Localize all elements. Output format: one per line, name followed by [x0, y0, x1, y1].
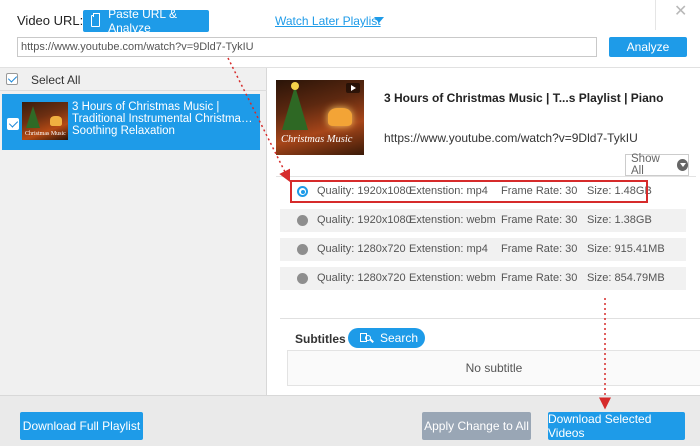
format-size: Size: 1.38GB: [587, 214, 652, 226]
select-all-row[interactable]: Select All: [0, 68, 267, 91]
paste-url-analyze-button[interactable]: Paste URL & Analyze: [83, 7, 209, 35]
download-full-playlist-button[interactable]: Download Full Playlist: [20, 412, 143, 440]
subtitles-label: Subtitles: [295, 332, 346, 346]
format-radio[interactable]: [297, 244, 308, 255]
analyze-button[interactable]: Analyze: [609, 37, 687, 57]
select-all-label: Select All: [31, 73, 81, 87]
format-quality: Quality: 1920x1080: [317, 214, 412, 226]
divider: [280, 318, 700, 319]
thumbnail-text: Christmas Music: [281, 134, 353, 145]
top-bar: Video URL: Paste URL & Analyze Watch Lat…: [0, 0, 700, 68]
format-quality: Quality: 1280x720: [317, 272, 406, 284]
video-thumbnail-large: Christmas Music: [276, 80, 364, 155]
format-extension: Extenstion: webm: [409, 272, 496, 284]
video-list-panel: Select All Christmas Music 3 Hours of Ch…: [0, 68, 267, 395]
video-detail-title: 3 Hours of Christmas Music | T...s Playl…: [384, 91, 664, 105]
divider: [655, 0, 656, 30]
apply-change-to-all-button[interactable]: Apply Change to All: [422, 412, 531, 440]
url-input[interactable]: [17, 37, 597, 57]
star-icon: [291, 82, 299, 90]
video-detail-panel: Christmas Music 3 Hours of Christmas Mus…: [268, 68, 700, 395]
list-item[interactable]: Christmas Music 3 Hours of Christmas Mus…: [2, 94, 260, 150]
format-quality: Quality: 1280x720: [317, 243, 406, 255]
thumbnail-text: Christmas Music: [25, 131, 66, 137]
christmas-tree-icon: [26, 106, 40, 128]
clipboard-icon: [91, 13, 101, 27]
chevron-down-icon[interactable]: [374, 17, 384, 23]
no-subtitle-message: No subtitle: [287, 350, 700, 386]
close-icon[interactable]: ✕: [674, 1, 687, 21]
format-row[interactable]: Quality: 1280x720 Extenstion: mp4 Frame …: [280, 238, 686, 261]
format-radio[interactable]: [297, 273, 308, 284]
format-size: Size: 854.79MB: [587, 272, 665, 284]
watch-later-playlist-link[interactable]: Watch Later Playlist: [275, 14, 381, 28]
no-subtitle-text: No subtitle: [465, 361, 523, 375]
format-size: Size: 915.41MB: [587, 243, 665, 255]
format-frame-rate: Frame Rate: 30: [501, 272, 578, 284]
paste-url-analyze-label: Paste URL & Analyze: [108, 7, 177, 35]
subtitle-search-icon: [360, 332, 374, 344]
selected-format-highlight: [290, 180, 648, 203]
subtitle-search-button[interactable]: Search: [348, 328, 425, 348]
format-extension: Extenstion: mp4: [409, 243, 488, 255]
format-row[interactable]: Quality: 1280x720 Extenstion: webm Frame…: [280, 267, 686, 290]
divider: [276, 176, 696, 177]
select-all-checkbox[interactable]: [6, 73, 18, 85]
christmas-tree-icon: [282, 86, 308, 130]
format-frame-rate: Frame Rate: 30: [501, 243, 578, 255]
video-detail-url: https://www.youtube.com/watch?v=9Dld7-Ty…: [384, 131, 638, 145]
download-selected-videos-button[interactable]: Download Selected Videos: [548, 412, 685, 440]
format-radio[interactable]: [297, 215, 308, 226]
play-icon: [346, 83, 360, 93]
video-thumbnail: Christmas Music: [22, 102, 68, 140]
fireplace-icon: [328, 108, 352, 126]
video-title: 3 Hours of Christmas Music | Traditional…: [72, 101, 253, 137]
video-checkbox[interactable]: [7, 118, 19, 130]
show-all-label: Show All: [631, 153, 660, 177]
bottom-bar: Download Full Playlist Apply Change to A…: [0, 395, 700, 446]
format-extension: Extenstion: webm: [409, 214, 496, 226]
video-url-label: Video URL:: [17, 13, 84, 28]
show-all-button[interactable]: Show All: [625, 153, 689, 177]
fireplace-icon: [50, 116, 62, 126]
format-row[interactable]: Quality: 1920x1080 Extenstion: webm Fram…: [280, 209, 686, 232]
subtitle-search-label: Search: [380, 331, 419, 345]
format-frame-rate: Frame Rate: 30: [501, 214, 578, 226]
chevron-down-circle-icon: [676, 159, 688, 171]
